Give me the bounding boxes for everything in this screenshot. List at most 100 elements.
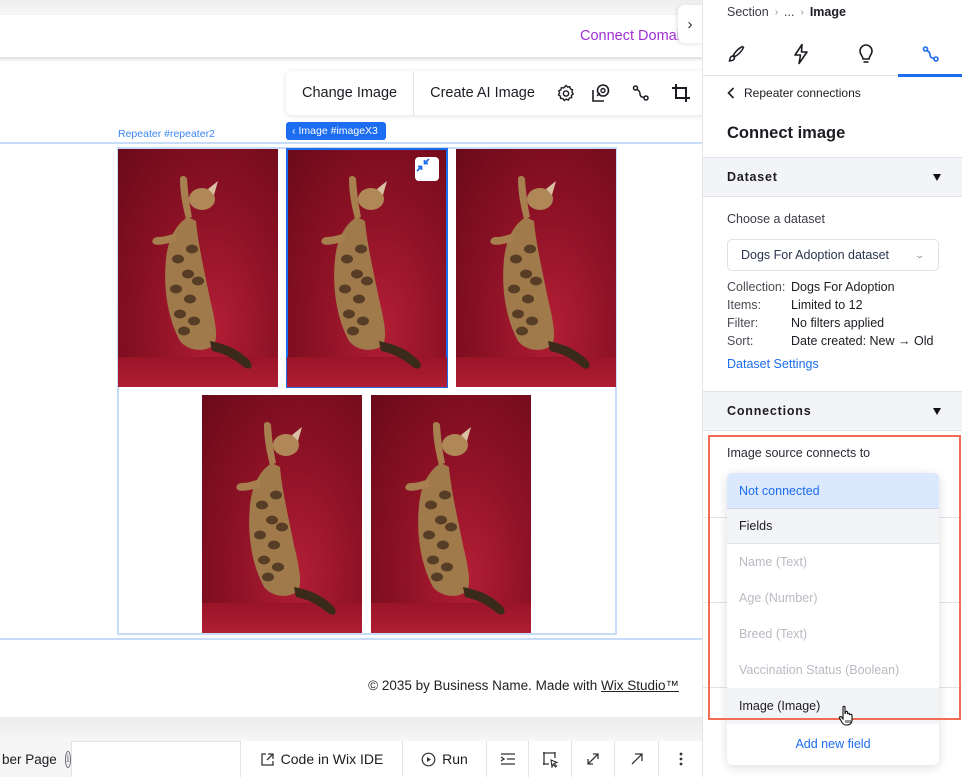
meta-sort: Sort: Date created: New → Old [727,334,933,348]
hand-cursor-icon [838,705,853,726]
site-header[interactable]: Connect Domain [0,15,702,59]
change-image-button[interactable]: Change Image [286,71,413,115]
code-in-wix-ide-button[interactable]: Code in Wix IDE [240,741,402,777]
wix-studio-link[interactable]: Wix Studio™ [601,678,679,693]
cat-spot [172,254,184,264]
indent-button[interactable] [486,741,528,777]
cat-spot [262,572,274,582]
breadcrumb-separator: › [800,6,804,18]
more-options-button[interactable] [658,741,702,777]
cat-spot [423,530,435,540]
cat-spot [170,284,182,294]
run-button[interactable]: Run [402,741,486,777]
cat-spot [178,326,190,336]
connections-section-header[interactable]: Connections [703,391,962,431]
repeater-image-2-selected[interactable] [286,148,448,388]
dataset-settings-link[interactable]: Dataset Settings [727,357,819,371]
page-name-tab[interactable]: ber Page i [0,741,72,777]
info-icon[interactable]: i [64,750,71,768]
dropdown-option-not-connected[interactable]: Not connected [727,473,939,509]
cat-spot [188,316,200,326]
image-tag-label: Image #imageX3 [298,125,378,137]
dropdown-option-age: Age (Number) [739,591,818,605]
cat-spot [522,294,534,304]
cat-spot [431,572,443,582]
repeater-image-4[interactable] [202,395,362,633]
dataset-section-header[interactable]: Dataset [703,157,962,197]
animation-button[interactable] [581,71,621,115]
dropdown-option-image[interactable]: Image (Image) [727,688,939,724]
choose-dataset-label: Choose a dataset [727,212,825,226]
expand-button[interactable] [571,741,614,777]
tab-interactions[interactable] [768,32,833,75]
cat-spot [276,522,288,532]
cat-spot [357,316,369,326]
connect-data-button[interactable] [621,71,661,115]
breadcrumb-ellipsis[interactable]: ... [784,5,794,19]
meta-value: Date created: New → Old [791,334,934,348]
cat-spot [526,316,538,326]
cat-tail [379,341,421,369]
cat-spot [508,284,520,294]
play-icon [421,752,436,766]
cat-spot [347,326,359,336]
cat-spot [272,562,284,572]
cat-spot [343,309,355,319]
expand-icon [587,753,599,765]
cat-spot [353,294,365,304]
breadcrumb-current: Image [809,5,846,19]
cat-spot [355,244,367,254]
cat-spot [427,555,439,565]
tab-tips[interactable] [833,32,898,75]
back-to-repeater-connections[interactable]: Repeater connections [727,86,861,100]
cat-spot [435,515,447,525]
tab-design[interactable] [703,32,768,75]
breadcrumb-separator: › [774,6,779,18]
meta-collection: Collection: Dogs For Adoption [727,280,895,294]
cat-spot [184,294,196,304]
shrink-icon [416,158,430,172]
dropdown-group-fields: Fields [727,509,939,544]
image-floating-toolbar: Change Image Create AI Image [286,71,702,115]
meta-key: Filter: [727,316,759,330]
connect-data-icon [922,45,939,62]
editor-canvas: Connect Domain Repeater #repeater2 Chang… [0,0,702,777]
cat-spot [186,244,198,254]
select-element-button[interactable] [528,741,571,777]
canvas-top-strip [0,0,702,14]
collapse-panel-button[interactable]: › [678,5,702,43]
cat-spot [270,490,282,500]
cat-spot [341,254,353,264]
back-link-label: Repeater connections [744,86,861,100]
shrink-button[interactable] [415,157,439,181]
repeater-image-1[interactable] [118,149,278,387]
cat-spot [437,540,449,550]
cat-spot [439,490,451,500]
repeater-image-5[interactable] [371,395,531,633]
meta-items: Items: Limited to 12 [727,298,863,312]
animation-icon [592,84,610,102]
inspector-panel: Section › ... › Image Repeater connectio… [702,0,962,777]
settings-button[interactable] [551,71,581,115]
breadcrumb: Section › ... › Image [727,5,846,19]
repeater-label[interactable]: Repeater #repeater2 [118,128,215,140]
field-dropdown-list: Not connected Fields Name (Text) Age (Nu… [727,473,939,765]
open-external-button[interactable] [614,741,658,777]
dataset-select[interactable]: Dogs For Adoption dataset ⌄ [727,239,939,271]
cat-spot [268,540,280,550]
add-new-field-button[interactable]: Add new field [727,724,939,764]
page-name-label: ber Page [2,751,57,767]
more-vertical-icon [679,752,682,766]
cat-spot [512,309,524,319]
repeater-image-3[interactable] [456,149,616,387]
meta-value: Limited to 12 [791,298,863,312]
cat-tail [294,587,336,615]
create-ai-image-button[interactable]: Create AI Image [414,71,551,115]
tab-connect[interactable] [898,32,962,77]
connections-section-title: Connections [727,404,812,418]
image-element-tag[interactable]: ‹ Image #imageX3 [286,122,386,140]
meta-filter: Filter: No filters applied [727,316,884,330]
crop-button[interactable] [661,71,701,115]
run-label: Run [442,751,468,767]
breadcrumb-section[interactable]: Section [727,5,769,19]
